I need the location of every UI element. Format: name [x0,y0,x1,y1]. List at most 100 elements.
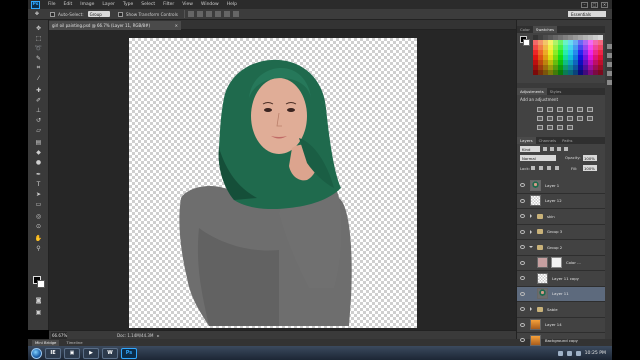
blur-tool-icon[interactable]: ◆ [34,148,43,156]
visibility-eye-icon[interactable] [520,229,525,234]
tab-layers[interactable]: Layers [517,137,536,144]
channel-mixer-icon[interactable] [566,115,573,121]
layer-thumbnail[interactable] [530,319,541,331]
layer-mask-thumbnail[interactable] [551,257,562,269]
taskbar-app-word[interactable]: W [102,347,118,359]
layer-row[interactable]: Layer 1 [517,178,605,194]
swatch-grid[interactable] [533,35,603,79]
exposure-icon[interactable] [566,106,573,112]
blend-mode-dropdown[interactable]: Normal [520,155,556,161]
layer-row[interactable]: Color ... [517,256,605,271]
shape-filter-icon[interactable] [564,147,568,151]
start-button[interactable] [31,347,42,359]
visibility-eye-icon[interactable] [520,276,525,281]
path-selection-tool-icon[interactable]: ➤ [34,190,43,198]
visibility-eye-icon[interactable] [520,322,525,327]
color-balance-icon[interactable] [536,115,543,121]
expand-arrow-right-icon[interactable] [530,229,532,234]
screen-mode-icon[interactable]: ▣ [34,308,43,316]
clone-stamp-tool-icon[interactable]: ⊥ [34,106,43,114]
marquee-tool-icon[interactable]: ⬚ [34,34,43,42]
minimize-button[interactable]: – [581,1,588,8]
menu-view[interactable]: View [182,2,193,7]
align-middle-icon[interactable] [196,11,203,17]
auto-select-dropdown[interactable]: Group [87,11,110,17]
properties-panel-icon[interactable] [607,80,612,85]
visibility-eye-icon[interactable] [520,245,525,250]
type-tool-icon[interactable]: T [34,180,43,188]
adjustment-filter-icon[interactable] [550,147,554,151]
selective-color-icon[interactable] [566,124,573,130]
healing-brush-tool-icon[interactable]: ✚ [34,86,43,94]
visibility-eye-icon[interactable] [520,260,525,265]
background-color-swatch[interactable] [523,39,530,46]
taskbar-app-explorer[interactable]: ▣ [64,347,80,359]
layer-thumbnail[interactable] [530,195,541,207]
align-bottom-icon[interactable] [205,11,212,17]
visibility-eye-icon[interactable] [520,338,525,343]
gradient-tool-icon[interactable]: ▤ [34,138,43,146]
close-tab-icon[interactable]: ✕ [175,23,178,28]
menu-type[interactable]: Type [123,2,133,7]
visibility-eye-icon[interactable] [520,183,525,188]
quick-select-tool-icon[interactable]: ✎ [34,54,43,62]
hue-saturation-icon[interactable] [586,106,593,112]
layer-row[interactable]: Sable [517,302,605,318]
layer-thumbnail[interactable] [530,179,541,191]
lock-pixels-icon[interactable] [539,166,543,170]
fill-field[interactable]: 100% [583,165,597,171]
volume-icon[interactable] [566,350,572,356]
maximize-button[interactable]: □ [591,1,598,8]
quick-mask-icon[interactable]: ◙ [34,296,43,304]
zoom-tool-icon[interactable]: ⚲ [34,244,43,252]
flag-icon[interactable] [575,350,581,356]
layer-row[interactable]: Group 2 [517,240,605,256]
menu-layer[interactable]: Layer [102,2,115,7]
layer-row[interactable]: Group 3 [517,225,605,240]
layer-row[interactable]: skin [517,209,605,225]
3d-tool-icon[interactable]: ◎ [34,212,43,220]
invert-icon[interactable] [586,115,593,121]
align-right-icon[interactable] [232,11,239,17]
layer-thumbnail[interactable] [537,272,548,284]
menu-image[interactable]: Image [80,2,94,7]
gradient-map-icon[interactable] [556,124,563,130]
lasso-tool-icon[interactable]: ➰ [34,44,43,52]
3d-camera-tool-icon[interactable]: ⊙ [34,222,43,230]
tab-swatches[interactable]: Swatches [532,26,558,33]
move-tool-icon[interactable]: ✥ [34,24,43,32]
visibility-eye-icon[interactable] [520,214,525,219]
menu-select[interactable]: Select [141,2,155,7]
curves-icon[interactable] [556,106,563,112]
layer-row[interactable]: Layer 14 [517,318,605,333]
move-tool-icon[interactable]: ✥ [32,10,42,18]
align-center-icon[interactable] [223,11,230,17]
hand-tool-icon[interactable]: ✋ [34,234,43,242]
image-canvas[interactable] [129,38,417,328]
taskbar-app-ie[interactable]: IE [45,347,61,359]
dodge-tool-icon[interactable]: ● [34,158,43,166]
layer-row[interactable]: Layer 12 [517,194,605,209]
crop-tool-icon[interactable]: ⌗ [34,64,43,72]
levels-icon[interactable] [546,106,553,112]
type-filter-icon[interactable] [557,147,561,151]
expand-arrow-right-icon[interactable] [530,307,532,312]
align-top-icon[interactable] [187,11,194,17]
workspace-dropdown[interactable]: Essentials [568,11,606,17]
tab-color[interactable]: Color [517,26,533,33]
tab-mini-bridge[interactable]: Mini Bridge [32,339,60,346]
layer-thumbnail[interactable] [530,334,541,346]
character-panel-icon[interactable] [607,62,612,67]
pixel-filter-icon[interactable] [543,147,547,151]
tab-channels[interactable]: Channels [536,137,560,144]
black-white-icon[interactable] [546,115,553,121]
layer-kind-filter[interactable]: Kind [520,146,540,152]
visibility-eye-icon[interactable] [520,198,525,203]
lock-transparency-icon[interactable] [531,166,535,170]
menu-edit[interactable]: Edit [64,2,73,7]
lock-all-icon[interactable] [555,166,559,170]
adjustment-thumbnail[interactable] [537,257,548,269]
layer-row[interactable]: Layer 11 [517,286,605,302]
layer-thumbnail[interactable] [537,288,548,300]
menu-file[interactable]: File [48,2,56,7]
